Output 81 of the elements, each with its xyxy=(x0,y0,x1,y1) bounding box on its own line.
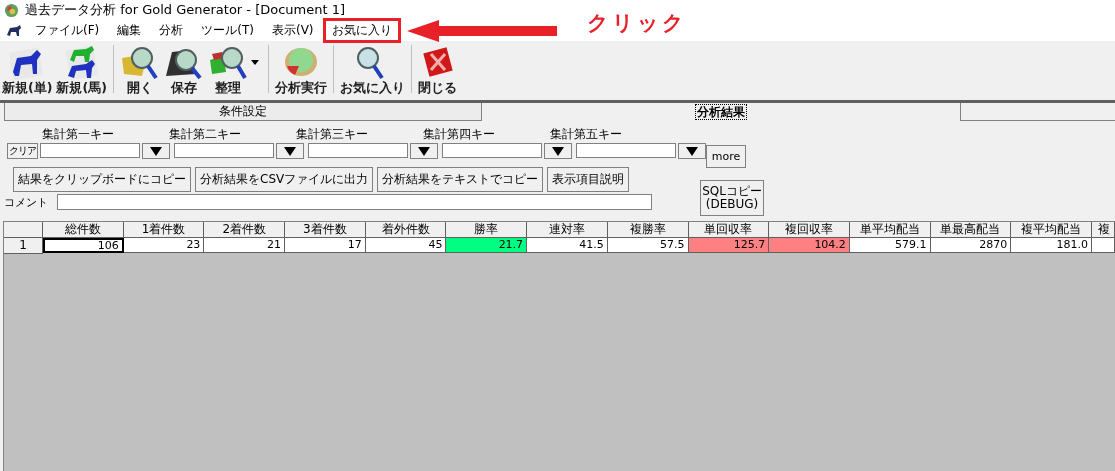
table-corner xyxy=(4,222,43,238)
dropdown-button[interactable] xyxy=(678,143,706,159)
column-header[interactable]: 単平均配当 xyxy=(849,222,931,238)
table-cell: 17 xyxy=(285,238,366,253)
table-cell xyxy=(1091,238,1115,253)
action-button[interactable]: 分析結果をCSVファイルに出力 xyxy=(195,167,374,192)
column-header[interactable]: 3着件数 xyxy=(285,222,366,238)
clear-button[interactable]: クリア xyxy=(7,143,38,159)
action-button[interactable]: 表示項目説明 xyxy=(547,167,630,192)
column-header[interactable]: 複勝率 xyxy=(607,222,689,238)
table-cell: 41.5 xyxy=(527,238,608,253)
dropdown-button[interactable] xyxy=(410,143,438,159)
key-label: 集計第四キー xyxy=(423,126,495,141)
menu-item[interactable]: 分析 xyxy=(150,18,193,43)
column-header[interactable]: 複 xyxy=(1091,222,1115,238)
key-combo-field[interactable] xyxy=(442,143,542,158)
table-cell: 21 xyxy=(204,238,286,253)
toolbar-button[interactable]: 分析実行 xyxy=(272,44,329,97)
dropdown-arrow-icon xyxy=(418,146,430,156)
app-icon xyxy=(4,2,19,18)
annotation-text: クリック xyxy=(586,9,687,37)
dropdown-button[interactable] xyxy=(544,143,572,159)
dropdown-button[interactable] xyxy=(276,143,304,159)
key-combo-field[interactable] xyxy=(576,143,676,158)
magnifier-icon xyxy=(207,44,248,80)
key-combo-field[interactable] xyxy=(174,143,274,158)
key-combo-field[interactable] xyxy=(308,143,408,158)
table-cell: 21.7 xyxy=(446,238,528,253)
tab[interactable]: 条件設定 xyxy=(4,103,482,121)
menu-item[interactable]: ツール(T) xyxy=(192,18,263,43)
key-label: 集計第三キー xyxy=(296,126,368,141)
table-cell: 57.5 xyxy=(607,238,689,253)
table-cell: 45 xyxy=(365,238,447,253)
key-label: 集計第二キー xyxy=(169,126,241,141)
table-cell: 579.1 xyxy=(849,238,931,253)
column-header[interactable]: 複平均配当 xyxy=(1011,222,1092,238)
dropdown-arrow-icon xyxy=(150,146,162,156)
table-cell: 104.2 xyxy=(769,238,850,253)
key-label: 集計第一キー xyxy=(42,126,114,141)
menu-item[interactable]: 表示(V) xyxy=(262,18,323,43)
column-header[interactable]: 複回収率 xyxy=(769,222,850,238)
toolbar-button[interactable]: 開く xyxy=(117,44,162,97)
table-cell: 125.7 xyxy=(688,238,770,253)
comment-field[interactable] xyxy=(57,194,652,210)
comment-label: コメント xyxy=(4,194,49,210)
more-button[interactable]: more xyxy=(706,145,746,168)
dropdown-button[interactable] xyxy=(142,143,170,159)
column-header[interactable]: 2着件数 xyxy=(204,222,286,238)
table-cell: 106 xyxy=(43,238,124,253)
row-header[interactable]: 1 xyxy=(4,238,43,254)
action-button[interactable]: 結果をクリップボードにコピー xyxy=(13,167,191,192)
key-combo-field[interactable] xyxy=(40,143,140,158)
table-cell: 2870 xyxy=(930,238,1012,253)
column-header[interactable]: 勝率 xyxy=(446,222,528,238)
dropdown-arrow-icon xyxy=(284,146,296,156)
column-header[interactable]: 総件数 xyxy=(43,222,124,238)
sql-copy-button[interactable]: SQLコピー (DEBUG) xyxy=(700,180,764,216)
menu-item[interactable]: 編集 xyxy=(108,18,151,43)
column-header[interactable]: 着外件数 xyxy=(365,222,447,238)
toolbar-button[interactable]: お気に入り xyxy=(337,44,407,97)
table-cell: 23 xyxy=(123,238,205,253)
magnifier-icon xyxy=(119,44,160,80)
menu-item[interactable]: ファイル(F) xyxy=(26,18,109,43)
table-cell: 181.0 xyxy=(1011,238,1092,253)
action-button[interactable]: 分析結果をテキストでコピー xyxy=(377,167,544,192)
dropdown-arrow-icon xyxy=(552,146,564,156)
toolbar-button[interactable]: 新規(単) xyxy=(0,44,55,97)
toolbar-button[interactable]: 閉じる xyxy=(415,44,460,97)
key-label: 集計第五キー xyxy=(550,126,622,141)
window-title: 過去データ分析 for Gold Generator - [Document 1] xyxy=(25,1,346,19)
column-header[interactable]: 1着件数 xyxy=(123,222,205,238)
dropdown-arrow-icon xyxy=(686,146,698,156)
toolbar-button[interactable]: 新規(馬) xyxy=(54,44,109,97)
column-header[interactable]: 連対率 xyxy=(527,222,608,238)
column-header[interactable]: 単回収率 xyxy=(688,222,770,238)
toolbar-button[interactable]: 保存 xyxy=(161,44,206,97)
caret-icon[interactable] xyxy=(249,58,260,66)
toolbar-button[interactable]: 整理 xyxy=(205,44,250,97)
horse-icon[interactable] xyxy=(6,23,22,38)
column-header[interactable]: 単最高配当 xyxy=(930,222,1012,238)
menu-item[interactable]: お気に入り xyxy=(322,18,401,43)
